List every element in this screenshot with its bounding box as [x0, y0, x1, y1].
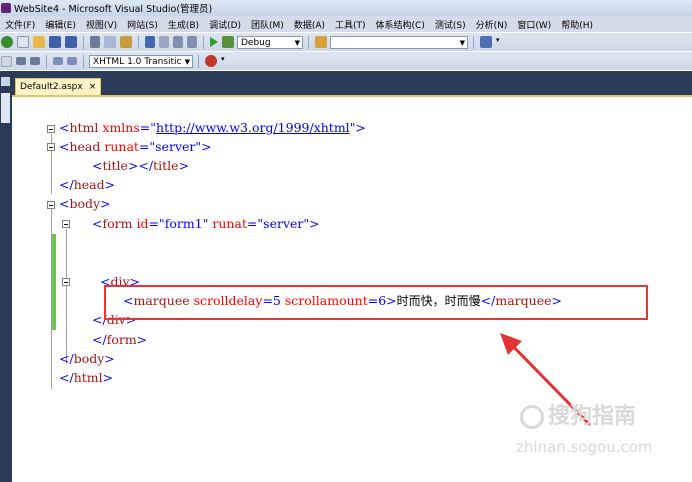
code-line: <body>: [59, 196, 111, 211]
find-combo[interactable]: ▼: [330, 35, 468, 49]
menu-tools[interactable]: 工具(T): [330, 18, 371, 31]
menu-data[interactable]: 数据(A): [289, 18, 330, 31]
menu-window[interactable]: 窗口(W): [512, 18, 556, 31]
menu-architecture[interactable]: 体系结构(C): [371, 18, 430, 31]
cut-icon[interactable]: [90, 36, 100, 48]
code-line: </body>: [59, 351, 115, 366]
menu-website[interactable]: 网站(S): [122, 18, 163, 31]
decrease-indent-icon[interactable]: [16, 57, 26, 65]
toolbar-separator: [46, 54, 47, 68]
menu-team[interactable]: 团队(M): [246, 18, 289, 31]
highlight-box: [104, 285, 648, 320]
collapse-icon[interactable]: [62, 220, 70, 228]
toolbar-separator: [83, 35, 84, 49]
toolbar-separator: [198, 54, 199, 68]
menu-debug[interactable]: 调试(D): [204, 18, 246, 31]
toolbar-overflow-icon[interactable]: ▾: [496, 36, 502, 48]
close-icon[interactable]: ×: [89, 82, 97, 92]
toolbar-separator: [83, 54, 84, 68]
toolbox-strip: [0, 71, 12, 482]
chevron-down-icon: ▼: [294, 38, 300, 47]
increase-indent-icon[interactable]: [30, 57, 40, 65]
code-line: <head runat="server">: [59, 139, 212, 154]
open-file-icon[interactable]: [33, 36, 45, 48]
paste-icon[interactable]: [120, 36, 132, 48]
start-debugging-icon[interactable]: [210, 37, 218, 47]
tab-label: Default2.aspx: [20, 82, 83, 92]
menu-edit[interactable]: 编辑(E): [40, 18, 81, 31]
undo-icon[interactable]: [145, 36, 155, 48]
save-icon[interactable]: [49, 36, 61, 48]
code-line: </html>: [59, 370, 114, 385]
copy-icon[interactable]: [104, 36, 116, 48]
toolbar-separator: [138, 35, 139, 49]
title-bar: WebSite4 - Microsoft Visual Studio(管理员): [0, 0, 692, 16]
chevron-down-icon: ▼: [459, 38, 465, 47]
document-tab-row: Default2.aspx ×: [12, 78, 692, 95]
chevron-down-icon: ▼: [184, 57, 190, 66]
menu-test[interactable]: 测试(S): [430, 18, 471, 31]
redo-icon[interactable]: [159, 36, 169, 48]
watermark-url: zhinan.sogou.com: [516, 438, 653, 456]
menu-file[interactable]: 文件(F): [0, 18, 40, 31]
solution-configuration-value: Debug: [241, 37, 271, 48]
code-line: </head>: [59, 177, 116, 192]
find-in-files-icon[interactable]: [315, 36, 327, 48]
check-accessibility-icon[interactable]: [205, 55, 217, 67]
menu-analyze[interactable]: 分析(N): [471, 18, 513, 31]
outline-guide: [51, 209, 52, 389]
collapse-icon[interactable]: [47, 125, 55, 133]
html-source-toolbar: XHTML 1.0 Transitic ▼ ▾: [0, 52, 692, 70]
attach-icon[interactable]: [222, 36, 234, 48]
uncomment-icon[interactable]: [67, 57, 77, 65]
toolbar-overflow-icon[interactable]: ▾: [221, 55, 227, 67]
collapse-icon[interactable]: [47, 201, 55, 209]
solution-explorer-icon[interactable]: [480, 36, 492, 48]
toolbox-pin-icon[interactable]: [1, 77, 10, 86]
sogou-logo-icon: [520, 405, 544, 429]
code-line: <html xmlns="http://www.w3.org/1999/xhtm…: [59, 120, 366, 135]
navigate-forward-icon[interactable]: [187, 36, 197, 48]
code-line: <title></title>: [92, 158, 190, 173]
save-all-icon[interactable]: [65, 36, 77, 48]
tab-default2-aspx[interactable]: Default2.aspx ×: [15, 78, 102, 95]
menu-view[interactable]: 视图(V): [81, 18, 122, 31]
toolbar-separator: [308, 35, 309, 49]
window-title: WebSite4 - Microsoft Visual Studio(管理员): [14, 4, 213, 15]
code-line: <form id="form1" runat="server">: [92, 216, 320, 231]
collapse-icon[interactable]: [62, 278, 70, 286]
toolbar-separator: [203, 35, 204, 49]
toolbar-separator: [473, 35, 474, 49]
change-tracking-bar: [52, 234, 56, 330]
standard-toolbar: Debug ▼ ▼ ▾: [0, 33, 692, 51]
add-item-icon[interactable]: [17, 36, 29, 48]
solution-configuration-select[interactable]: Debug ▼: [237, 35, 303, 49]
menu-build[interactable]: 生成(B): [163, 18, 204, 31]
visual-studio-icon: [1, 3, 11, 13]
format-icon[interactable]: [1, 55, 12, 67]
collapse-icon[interactable]: [47, 143, 55, 151]
navigate-back-icon[interactable]: [173, 36, 183, 48]
menu-bar: 文件(F) 编辑(E) 视图(V) 网站(S) 生成(B) 调试(D) 团队(M…: [0, 16, 692, 32]
watermark-brand: 搜狗指南: [520, 398, 636, 430]
toolbox-tab[interactable]: [1, 93, 10, 123]
code-line: </form>: [92, 332, 148, 347]
target-schema-value: XHTML 1.0 Transitic: [93, 56, 182, 67]
target-schema-select[interactable]: XHTML 1.0 Transitic ▼: [89, 54, 193, 68]
comment-icon[interactable]: [53, 57, 63, 65]
outline-guide: [66, 287, 67, 327]
menu-help[interactable]: 帮助(H): [556, 18, 598, 31]
new-project-icon[interactable]: [1, 36, 13, 48]
